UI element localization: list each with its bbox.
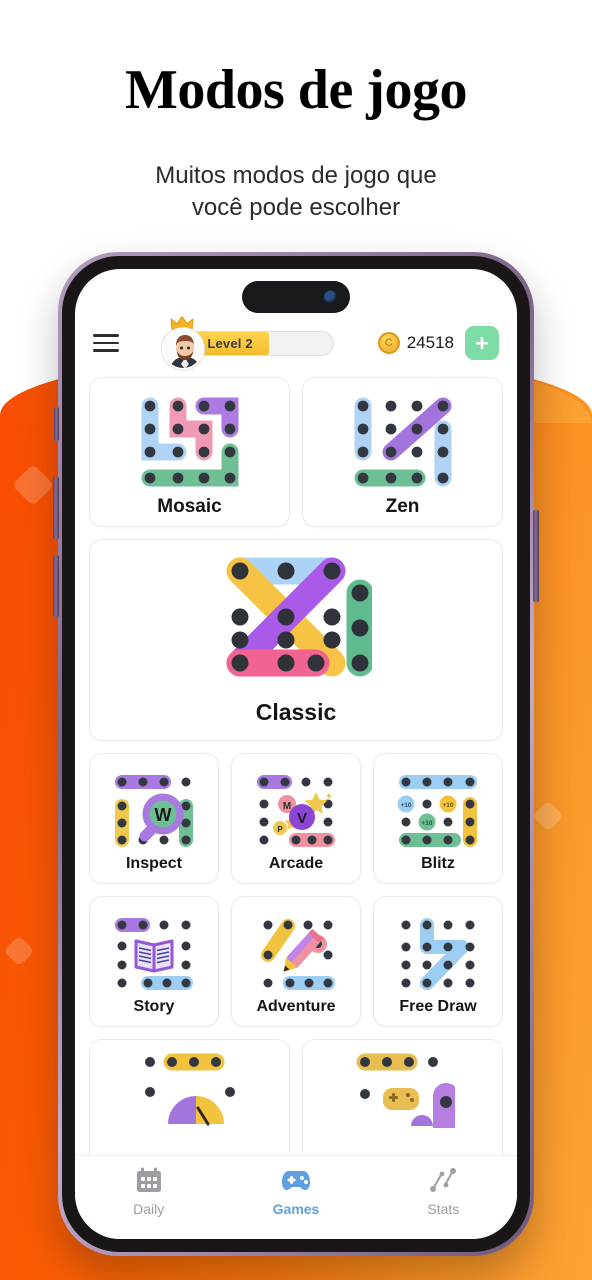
classic-puzzle-icon <box>226 557 372 676</box>
phone-mute-switch[interactable] <box>54 407 59 441</box>
game-mode-card-classic[interactable]: Classic <box>89 539 503 741</box>
blitz-badge-1: +10 <box>400 802 411 809</box>
story-book-icon <box>115 917 193 990</box>
game-mode-card-arcade[interactable]: M V P Arcade <box>231 753 361 884</box>
game-modes-list[interactable]: Mosaic Zen Classic W Inspect M V P Arcad… <box>75 377 517 1155</box>
game-modes-row: Mosaic Zen <box>89 377 503 527</box>
arcade-badge-m: M <box>283 801 291 812</box>
adventure-pencil-icon <box>261 918 335 990</box>
avatar-image <box>162 327 205 370</box>
phone-bezel: Level 2 C 24518 + Mosaic Zen Classic W I… <box>62 256 530 1252</box>
game-mode-card-free-draw[interactable]: Free Draw <box>373 896 503 1027</box>
page-subtitle: Muitos modos de jogo que você pode escol… <box>155 162 437 221</box>
coin-balance[interactable]: C 24518 + <box>377 326 499 360</box>
front-camera-icon <box>324 290 337 304</box>
arcade-badge-v: V <box>297 810 307 827</box>
gauge-partial-icon <box>144 1053 235 1126</box>
stats-chart-icon <box>430 1168 457 1192</box>
game-mode-card-partial-2[interactable] <box>302 1039 503 1155</box>
game-mode-card-inspect[interactable]: W Inspect <box>89 753 219 884</box>
nav-item-stats[interactable]: Stats <box>370 1166 517 1217</box>
game-modes-row: W Inspect M V P Arcade +10 +10 +10 Blitz <box>89 753 503 884</box>
arcade-badge-p: P <box>277 825 283 834</box>
mosaic-puzzle-icon <box>141 397 238 487</box>
level-progress-widget[interactable]: Level 2 <box>129 315 368 370</box>
game-mode-card-story[interactable]: Story <box>89 896 219 1027</box>
game-modes-row: Classic <box>89 539 503 741</box>
page-title: Modos de jogo <box>125 59 467 121</box>
gamepad-partial-icon <box>356 1053 455 1128</box>
game-mode-card-blitz[interactable]: +10 +10 +10 Blitz <box>373 753 503 884</box>
coin-count: 24518 <box>406 333 454 352</box>
inspect-badge-letter: W <box>155 805 172 825</box>
game-mode-card-mosaic[interactable]: Mosaic <box>89 377 290 527</box>
hamburger-icon[interactable] <box>93 334 119 352</box>
nav-label-stats: Stats <box>427 1201 460 1217</box>
nav-item-games[interactable]: Games <box>222 1166 369 1217</box>
game-mode-card-adventure[interactable]: Adventure <box>231 896 361 1027</box>
game-mode-label: Adventure <box>256 997 336 1015</box>
bottom-navigation[interactable]: Daily Games Stats <box>75 1155 517 1239</box>
blitz-badge-2: +10 <box>442 802 453 809</box>
game-mode-label: Blitz <box>421 854 455 872</box>
arcade-wand-icon: M V P <box>257 774 335 847</box>
game-mode-label: Arcade <box>268 854 324 872</box>
game-modes-row: Story Adventure Free Draw <box>89 896 503 1027</box>
free-draw-icon <box>401 917 475 990</box>
game-mode-label: Free Draw <box>399 997 477 1015</box>
blitz-badge-3: +10 <box>421 820 432 827</box>
nav-item-daily[interactable]: Daily <box>75 1166 222 1217</box>
calendar-icon <box>136 1167 161 1192</box>
phone-mockup: Level 2 C 24518 + Mosaic Zen Classic W I… <box>53 252 539 1256</box>
level-label: Level 2 <box>207 335 253 351</box>
game-mode-label: Zen <box>385 496 420 517</box>
avatar[interactable] <box>162 315 205 370</box>
blitz-bonus-icon: +10 +10 +10 <box>397 774 477 847</box>
app-header: Level 2 C 24518 + <box>75 315 517 370</box>
coin-icon: C <box>377 332 400 354</box>
nav-label-daily: Daily <box>133 1201 165 1217</box>
phone-power-button[interactable] <box>533 510 539 602</box>
phone-volume-down-button[interactable] <box>53 555 59 617</box>
phone-volume-up-button[interactable] <box>53 477 59 539</box>
game-modes-row-partial <box>89 1039 503 1155</box>
zen-puzzle-icon <box>354 397 451 487</box>
add-coins-button[interactable]: + <box>465 326 499 360</box>
game-mode-card-partial-1[interactable] <box>89 1039 290 1155</box>
game-mode-label: Classic <box>255 698 337 725</box>
game-mode-label: Story <box>133 997 175 1015</box>
dynamic-island <box>242 281 350 313</box>
game-mode-label: Mosaic <box>157 496 222 517</box>
inspect-magnifier-icon: W <box>115 774 193 847</box>
phone-screen: Level 2 C 24518 + Mosaic Zen Classic W I… <box>75 269 517 1239</box>
game-mode-label: Inspect <box>125 854 182 872</box>
gamepad-icon <box>281 1171 310 1190</box>
game-mode-card-zen[interactable]: Zen <box>302 377 503 527</box>
nav-label-games: Games <box>272 1201 320 1217</box>
